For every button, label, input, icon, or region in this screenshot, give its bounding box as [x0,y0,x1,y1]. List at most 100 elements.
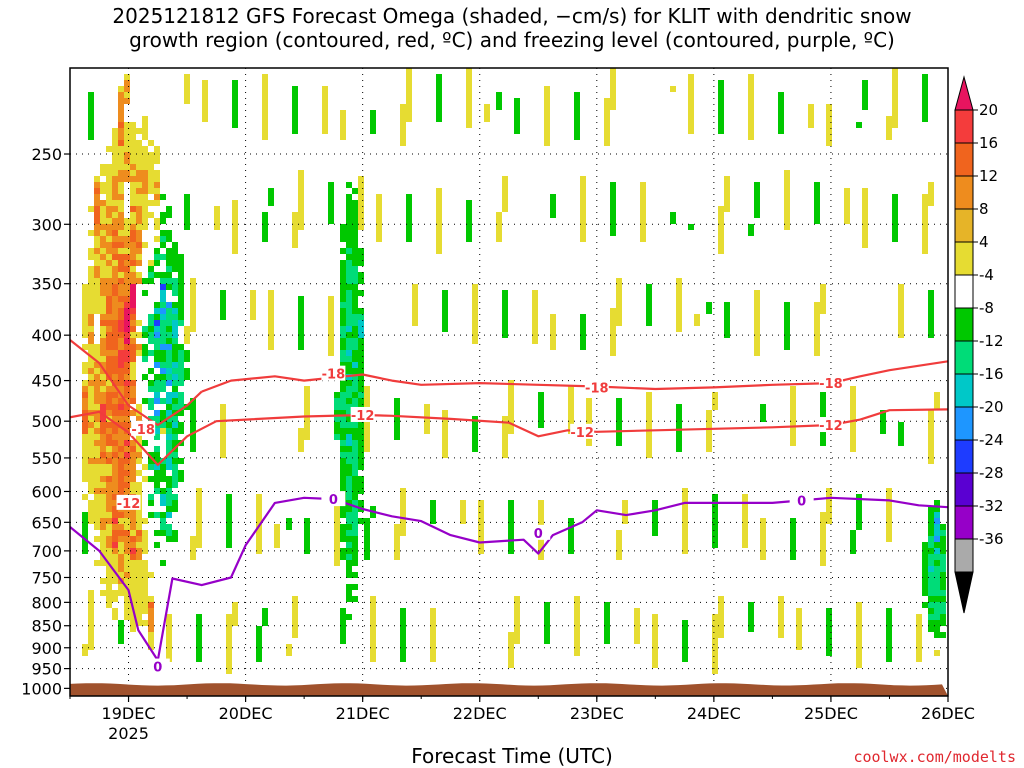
omega-cell [790,434,796,440]
omega-cell [886,494,892,500]
omega-cell [136,242,142,248]
omega-cell [352,476,358,482]
omega-cell [136,320,142,326]
omega-cell [106,218,112,224]
omega-cell [652,524,658,530]
omega-cell [166,308,172,314]
omega-cell [100,494,106,500]
omega-cell [550,314,556,320]
omega-cell [850,434,856,440]
omega-cell [886,638,892,644]
omega-cell [934,524,940,530]
omega-cell [142,476,148,482]
omega-cell [184,326,190,332]
omega-cell [166,236,172,242]
omega-cell [604,638,610,644]
omega-cell [172,476,178,482]
colorbar-label: 12 [979,167,998,185]
omega-cell [292,242,298,248]
omega-cell [172,302,178,308]
omega-cell [220,428,226,434]
omega-cell [268,296,274,302]
omega-cell [106,578,112,584]
omega-cell [148,152,154,158]
omega-cell [88,602,94,608]
omega-cell [196,614,202,620]
omega-cell [718,98,724,104]
omega-cell [268,188,274,194]
omega-cell [292,110,298,116]
omega-cell [886,512,892,518]
omega-cell [82,542,88,548]
omega-cell [340,452,346,458]
omega-cell [148,626,154,632]
omega-cell [100,398,106,404]
omega-cell [928,446,934,452]
omega-cell [94,308,100,314]
y-tick-label: 800 [31,593,62,612]
omega-cell [856,638,862,644]
omega-cell [112,320,118,326]
omega-cell [136,614,142,620]
omega-cell [466,92,472,98]
omega-cell [352,386,358,392]
omega-cell [676,284,682,290]
omega-cell [142,134,148,140]
omega-cell [508,518,514,524]
omega-cell [190,410,196,416]
omega-cell [466,200,472,206]
omega-cell [412,320,418,326]
omega-cell [136,602,142,608]
omega-cell [436,206,442,212]
omega-cell [850,440,856,446]
omega-cell [808,104,814,110]
omega-cell [94,206,100,212]
omega-cell [304,536,310,542]
y-tick-label: 850 [31,617,62,636]
omega-cell [862,224,868,230]
omega-cell [880,428,886,434]
omega-cell [106,530,112,536]
omega-cell [250,314,256,320]
omega-cell [928,578,934,584]
omega-cell [610,314,616,320]
omega-cell [154,410,160,416]
omega-cell [118,266,124,272]
omega-cell [106,242,112,248]
omega-cell [616,296,622,302]
omega-cell [778,602,784,608]
contour-label: -18 [819,377,843,392]
omega-cell [184,98,190,104]
omega-cell [142,350,148,356]
omega-cell [196,518,202,524]
omega-cell [166,248,172,254]
omega-cell [340,134,346,140]
omega-cell [106,584,112,590]
omega-cell [778,128,784,134]
omega-cell [340,320,346,326]
omega-cell [814,200,820,206]
omega-cell [742,530,748,536]
omega-cell [334,422,340,428]
omega-cell [268,338,274,344]
omega-cell [94,398,100,404]
omega-cell [640,206,646,212]
omega-cell [778,626,784,632]
omega-cell [430,644,436,650]
omega-cell [268,320,274,326]
omega-cell [130,590,136,596]
omega-cell [712,404,718,410]
omega-cell [340,422,346,428]
omega-cell [922,224,928,230]
omega-cell [136,128,142,134]
omega-cell [160,374,166,380]
omega-cell [928,290,934,296]
omega-cell [106,410,112,416]
omega-cell [844,188,850,194]
omega-cell [502,296,508,302]
omega-cell [196,656,202,662]
omega-cell [148,320,154,326]
omega-cell [130,518,136,524]
omega-cell [226,500,232,506]
omega-cell [478,530,484,536]
